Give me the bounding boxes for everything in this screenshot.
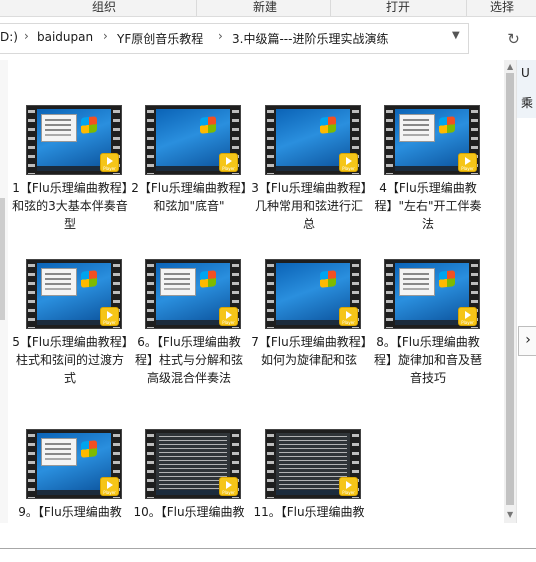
file-name: 11。【Flu乐理编曲教程】柱式和: [253, 505, 365, 519]
file-list[interactable]: Player 1【Flu乐理编曲教程】和弦的3大基本伴奏音型 Player 2【Flu…: [8, 60, 504, 523]
video-thumbnail[interactable]: Player: [145, 429, 241, 499]
windows-logo-icon: [81, 270, 97, 288]
details-column-1: U: [521, 66, 530, 80]
windows-logo-icon: [81, 440, 97, 458]
ribbon-group-organize: 组织: [92, 0, 117, 14]
app-window-icon: [41, 438, 77, 466]
player-badge-icon: Player: [100, 307, 119, 326]
scroll-down-icon[interactable]: ▼: [507, 510, 513, 519]
breadcrumb-baidupan[interactable]: baidupan: [37, 30, 93, 44]
breadcrumb-yf-course[interactable]: YF原创音乐教程: [117, 30, 203, 47]
address-dropdown-icon[interactable]: ▼: [452, 30, 460, 41]
details-column-2: 乘: [521, 96, 534, 110]
app-window-icon: [160, 268, 196, 296]
video-thumbnail[interactable]: Player: [265, 105, 361, 175]
file-name: 1【Flu乐理编曲教程】和弦的3大基本伴奏音型: [12, 181, 128, 231]
windows-logo-icon: [320, 270, 336, 288]
windows-logo-icon: [81, 116, 97, 134]
app-window-icon: [41, 114, 77, 142]
file-name: 3【Flu乐理编曲教程】几种常用和弦进行汇总: [251, 181, 367, 231]
app-window-icon: [41, 268, 77, 296]
bottom-divider: [0, 548, 536, 549]
player-badge-icon: Player: [219, 477, 238, 496]
ribbon-group-select: 选择: [490, 0, 515, 14]
app-window-icon: [399, 114, 435, 142]
app-window-icon: [399, 268, 435, 296]
windows-logo-icon: [439, 270, 455, 288]
file-name: 5【Flu乐理编曲教程】柱式和弦间的过渡方式: [12, 335, 128, 385]
player-badge-icon: Player: [339, 307, 358, 326]
windows-logo-icon: [200, 116, 216, 134]
video-thumbnail[interactable]: Player: [265, 429, 361, 499]
windows-logo-icon: [320, 116, 336, 134]
player-badge-icon: Player: [219, 153, 238, 172]
windows-logo-icon: [439, 116, 455, 134]
file-name: 6。【Flu乐理编曲教程】柱式与分解和弦高级混合伴奏法: [134, 335, 243, 385]
video-thumbnail[interactable]: Player: [26, 105, 122, 175]
video-thumbnail[interactable]: Player: [26, 259, 122, 329]
file-name: 9。【Flu乐理编曲教程】底音间: [18, 505, 122, 519]
scroll-up-icon[interactable]: ▲: [507, 62, 513, 71]
expand-pane-icon[interactable]: ›: [518, 326, 536, 356]
player-badge-icon: Player: [219, 307, 238, 326]
address-bar[interactable]: D:) › baidupan › YF原创音乐教程 › 3.中级篇---进阶乐理…: [0, 23, 469, 54]
video-thumbnail[interactable]: Player: [384, 259, 480, 329]
vertical-scrollbar[interactable]: ▲ ▼: [504, 60, 516, 523]
breadcrumb-current-folder[interactable]: 3.中级篇---进阶乐理实战演练: [232, 30, 388, 47]
video-thumbnail[interactable]: Player: [384, 105, 480, 175]
navigation-scrollbar[interactable]: [0, 198, 5, 320]
player-badge-icon: Player: [100, 477, 119, 496]
file-name: 8。【Flu乐理编曲教程】旋律加和音及琶音技巧: [373, 335, 482, 385]
file-name: 4【Flu乐理编曲教程】"左右"开工伴奏法: [374, 181, 482, 231]
breadcrumb-separator-icon[interactable]: ›: [24, 29, 29, 43]
file-name: 2【Flu乐理编曲教程】和弦加"底音": [131, 181, 247, 213]
player-badge-icon: Player: [458, 153, 477, 172]
status-bar: [0, 523, 536, 562]
video-thumbnail[interactable]: Player: [265, 259, 361, 329]
file-name: 7【Flu乐理编曲教程】如何为旋律配和弦: [251, 335, 367, 367]
scrollbar-thumb[interactable]: [506, 73, 514, 505]
details-pane: U 乘 ›: [516, 60, 536, 523]
refresh-icon[interactable]: ↻: [498, 23, 529, 54]
player-badge-icon: Player: [339, 477, 358, 496]
video-thumbnail[interactable]: Player: [145, 105, 241, 175]
ribbon-group-new: 新建: [253, 0, 278, 14]
breadcrumb-separator-icon[interactable]: ›: [103, 29, 108, 43]
player-badge-icon: Player: [100, 153, 119, 172]
video-thumbnail[interactable]: Player: [26, 429, 122, 499]
ribbon-labels: 组织 新建 打开 选择: [0, 0, 536, 17]
windows-logo-icon: [200, 270, 216, 288]
file-name: 10。【Flu乐理编曲教程】如何为: [133, 505, 245, 519]
player-badge-icon: Player: [339, 153, 358, 172]
video-thumbnail[interactable]: Player: [145, 259, 241, 329]
breadcrumb-drive[interactable]: D:): [0, 30, 18, 44]
ribbon-group-open: 打开: [386, 0, 411, 14]
breadcrumb-separator-icon[interactable]: ›: [218, 29, 223, 43]
player-badge-icon: Player: [458, 307, 477, 326]
